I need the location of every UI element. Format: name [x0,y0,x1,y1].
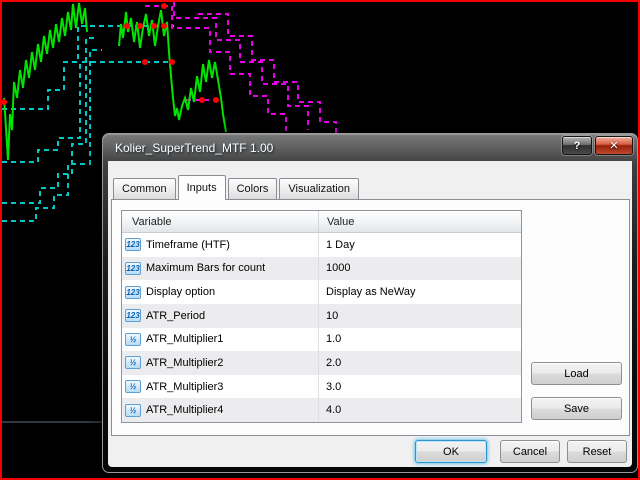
variable-name: ATR_Multiplier4 [146,404,224,417]
variable-name: Display option [146,286,216,299]
variable-value[interactable]: 2.0 [318,351,521,375]
integer-type-icon: 123 [125,285,141,299]
double-type-icon: ½ [125,356,141,370]
column-header-variable: Variable [132,215,172,228]
table-row[interactable]: ½ ATR_Multiplier2 2.0 [122,351,521,375]
table-row[interactable]: ½ ATR_Multiplier1 1.0 [122,327,521,352]
ok-button[interactable]: OK [415,440,487,463]
table-row[interactable]: ½ ATR_Multiplier4 4.0 [122,398,521,422]
table-header: Variable Value [122,211,521,233]
tab-common[interactable]: Common [113,178,176,199]
column-header-value: Value [318,211,521,232]
screenshot-frame: Kolier_SuperTrend_MTF 1.00 ? ✕ Common In… [0,0,640,480]
table-row[interactable]: ½ ATR_Multiplier3 3.0 [122,374,521,399]
table-row[interactable]: 123 Timeframe (HTF) 1 Day [122,233,521,257]
table-row[interactable]: 123 Display option Display as NeWay [122,280,521,304]
inputs-tab-panel: Variable Value 123 Timeframe (HTF) 1 Day … [111,199,630,436]
cancel-button[interactable]: Cancel [500,440,560,463]
integer-type-icon: 123 [125,261,141,275]
tab-bar: Common Inputs Colors Visualization [113,175,361,200]
help-button[interactable]: ? [562,136,592,155]
tab-inputs[interactable]: Inputs [177,175,226,200]
close-button[interactable]: ✕ [595,136,633,155]
variable-value[interactable]: 1 Day [318,233,521,257]
table-row[interactable]: 123 ATR_Period 10 [122,303,521,328]
load-button[interactable]: Load [531,362,622,385]
variable-name: ATR_Multiplier2 [146,356,224,369]
variable-name: Maximum Bars for count [146,262,266,275]
close-icon: ✕ [609,140,619,152]
variable-name: ATR_Multiplier3 [146,380,224,393]
dialog-client-area: Common Inputs Colors Visualization Varia… [108,161,632,467]
save-button[interactable]: Save [531,397,622,420]
variable-value[interactable]: 1000 [318,256,521,281]
variable-value[interactable]: 4.0 [318,398,521,422]
double-type-icon: ½ [125,403,141,417]
integer-type-icon: 123 [125,238,141,252]
tab-colors[interactable]: Colors [227,178,278,199]
variable-value[interactable]: 1.0 [318,327,521,352]
indicator-properties-dialog: Kolier_SuperTrend_MTF 1.00 ? ✕ Common In… [102,133,638,473]
variable-name: ATR_Multiplier1 [146,333,224,346]
variable-name: Timeframe (HTF) [146,238,230,251]
reset-button[interactable]: Reset [567,440,627,463]
double-type-icon: ½ [125,380,141,394]
table-body: 123 Timeframe (HTF) 1 Day 123 Maximum Bars… [122,233,521,422]
variable-value[interactable]: 10 [318,303,521,328]
help-icon: ? [573,139,581,152]
variable-value[interactable]: 3.0 [318,374,521,399]
supertrend-downtrend-lines [145,2,337,136]
parameters-table: Variable Value 123 Timeframe (HTF) 1 Day … [121,210,522,423]
caption-buttons: ? ✕ [562,136,633,155]
window-title: Kolier_SuperTrend_MTF 1.00 [115,141,274,155]
double-type-icon: ½ [125,332,141,346]
integer-type-icon: 123 [125,309,141,323]
variable-value[interactable]: Display as NeWay [318,280,521,304]
tab-visualization[interactable]: Visualization [279,178,359,199]
table-row[interactable]: 123 Maximum Bars for count 1000 [122,256,521,281]
variable-name: ATR_Period [146,309,206,322]
